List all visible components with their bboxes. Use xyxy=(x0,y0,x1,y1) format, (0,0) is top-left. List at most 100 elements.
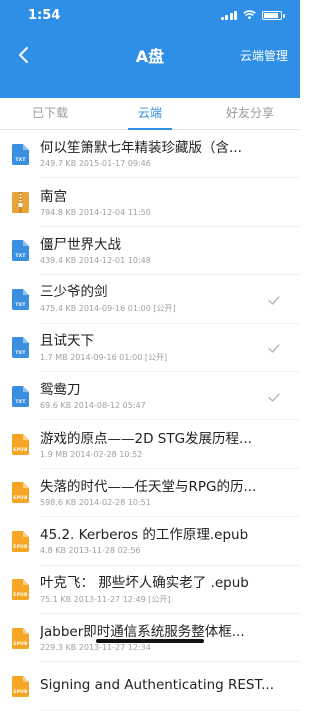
file-info: 失落的时代——任天堂与RPG的历... 598.6 KB 2014-02-28 1… xyxy=(40,479,300,507)
txt-file-icon: TXT xyxy=(12,143,29,165)
zip-file-icon xyxy=(12,192,29,214)
file-type-label: TXT xyxy=(15,302,26,308)
file-meta: 69.6 KB 2014-08-12 05:47 xyxy=(40,401,258,410)
file-date: 2013-11-28 02:56 xyxy=(68,546,141,556)
back-button[interactable] xyxy=(12,44,34,66)
file-info: 游戏的原点——2D STG发展历程... 1.9 MB 2014-02-28 10… xyxy=(40,431,300,459)
file-meta: 1.9 MB 2014-02-28 10:52 xyxy=(40,450,290,459)
file-date: 2014-09-16 01:00 xyxy=(78,304,151,314)
file-date: 2013-11-27 12:34 xyxy=(78,643,151,653)
file-info: 何以笙箫默七年精装珍藏版（含... 249.7 KB 2015-01-17 09:… xyxy=(40,140,300,168)
file-list-item[interactable]: EPUB Signing and Authenticating REST... xyxy=(0,662,300,711)
file-list-item[interactable]: TXT 鸳鸯刀 69.6 KB 2014-08-12 05:47 xyxy=(0,372,300,421)
file-list-item[interactable]: EPUB 游戏的原点——2D STG发展历程... 1.9 MB 2014-02-2… xyxy=(0,420,300,470)
file-meta: 439.4 KB 2014-12-01 10:48 xyxy=(40,256,290,265)
file-type-label: TXT xyxy=(15,254,26,260)
file-list-item[interactable]: TXT 僵尸世界大战 439.4 KB 2014-12-01 10:48 xyxy=(0,227,300,276)
file-meta: 4.8 KB 2013-11-28 02:56 xyxy=(40,546,290,555)
file-size: 794.8 KB xyxy=(40,207,77,217)
file-name: 失落的时代——任天堂与RPG的历... xyxy=(40,478,257,495)
txt-file-icon: TXT xyxy=(12,385,29,407)
file-size: 1.7 MB xyxy=(40,352,68,362)
file-meta: 75.1 KB 2013-11-27 12:49 [公开] xyxy=(40,594,290,605)
file-meta: 1.7 MB 2014-09-16 01:00 [公开] xyxy=(40,352,258,363)
file-meta: 794.8 KB 2014-12-04 11:50 xyxy=(40,208,290,217)
file-info: 45.2. Kerberos 的工作原理.epub 4.8 KB 2013-11-… xyxy=(40,527,300,555)
tab-downloaded[interactable]: 已下载 xyxy=(0,98,100,129)
public-badge: [公开] xyxy=(148,594,171,604)
tab-cloud[interactable]: 云端 xyxy=(100,98,200,130)
epub-file-icon: EPUB xyxy=(12,675,29,697)
txt-file-icon: TXT xyxy=(12,288,29,310)
file-size: 1.9 MB xyxy=(40,449,68,459)
chevron-left-icon xyxy=(19,47,28,63)
file-meta: 475.4 KB 2014-09-16 01:00 [公开] xyxy=(40,303,258,314)
downloaded-check-icon xyxy=(268,387,282,406)
file-info: Signing and Authenticating REST... xyxy=(40,677,300,696)
file-name: 何以笙箫默七年精装珍藏版（含... xyxy=(40,140,242,157)
cellular-signal-icon xyxy=(220,10,237,20)
file-list-item[interactable]: EPUB 叶克飞： 那些坏人确实老了 .epub 75.1 KB 2013-11-2… xyxy=(0,566,300,615)
file-type-label: EPUB xyxy=(13,689,28,695)
file-date: 2014-08-12 05:47 xyxy=(73,401,146,411)
file-type-label: EPUB xyxy=(13,496,28,502)
downloaded-check-icon xyxy=(268,290,282,309)
epub-file-icon: EPUB xyxy=(12,434,29,456)
file-type-label: EPUB xyxy=(13,641,28,647)
file-meta: 598.6 KB 2014-02-28 10:51 xyxy=(40,498,290,507)
txt-file-icon: TXT xyxy=(12,240,29,262)
epub-file-icon: EPUB xyxy=(12,627,29,649)
status-time: 1:54 xyxy=(28,7,61,23)
file-name: Signing and Authenticating REST... xyxy=(40,676,275,693)
file-date: 2014-12-01 10:48 xyxy=(78,255,151,265)
file-type-label: EPUB xyxy=(13,593,28,599)
file-info: 三少爷的剑 475.4 KB 2014-09-16 01:00 [公开] xyxy=(40,284,268,314)
wifi-icon xyxy=(243,10,256,20)
file-date: 2014-09-16 01:00 xyxy=(70,352,143,362)
file-info: 鸳鸯刀 69.6 KB 2014-08-12 05:47 xyxy=(40,382,268,410)
public-badge: [公开] xyxy=(153,304,176,314)
file-list-item[interactable]: TXT 且试天下 1.7 MB 2014-09-16 01:00 [公开] xyxy=(0,324,300,373)
file-date: 2015-01-17 09:46 xyxy=(78,159,151,169)
downloaded-check-icon xyxy=(268,338,282,357)
file-list-item[interactable]: 南宫 794.8 KB 2014-12-04 11:50 xyxy=(0,178,300,228)
file-size: 229.3 KB xyxy=(40,643,77,653)
file-name: 游戏的原点——2D STG发展历程... xyxy=(40,430,252,447)
file-list-item[interactable]: EPUB 45.2. Kerberos 的工作原理.epub 4.8 KB 2013… xyxy=(0,517,300,566)
file-size: 75.1 KB xyxy=(40,594,72,604)
file-name: 僵尸世界大战 xyxy=(40,236,121,253)
file-name: 且试天下 xyxy=(40,332,94,349)
file-size: 439.4 KB xyxy=(40,255,77,265)
file-list-item[interactable]: EPUB 失落的时代——任天堂与RPG的历... 598.6 KB 2014-02-… xyxy=(0,469,300,518)
file-list-item[interactable]: TXT 何以笙箫默七年精装珍藏版（含... 249.7 KB 2015-01-17 … xyxy=(0,130,300,179)
file-name: 鸳鸯刀 xyxy=(40,382,81,399)
navbar: A盘 云端管理 xyxy=(0,30,300,80)
file-name: 南宫 xyxy=(40,188,67,205)
cloud-manage-button[interactable]: 云端管理 xyxy=(240,47,288,64)
file-info: 僵尸世界大战 439.4 KB 2014-12-01 10:48 xyxy=(40,237,300,265)
file-type-label: EPUB xyxy=(13,448,28,454)
battery-icon xyxy=(262,10,285,20)
header: 1:54 A盘 云端管理 xyxy=(0,0,300,98)
file-info: 南宫 794.8 KB 2014-12-04 11:50 xyxy=(40,189,300,217)
file-size: 4.8 KB xyxy=(40,546,66,556)
file-type-label: TXT xyxy=(15,157,26,163)
file-list: TXT 何以笙箫默七年精装珍藏版（含... 249.7 KB 2015-01-17 … xyxy=(0,130,300,711)
file-name: 45.2. Kerberos 的工作原理.epub xyxy=(40,527,249,544)
status-icons xyxy=(220,10,285,20)
tab-bar: 已下载 云端 好友分享 xyxy=(0,98,300,130)
epub-file-icon: EPUB xyxy=(12,530,29,552)
txt-file-icon: TXT xyxy=(12,337,29,359)
file-info: 且试天下 1.7 MB 2014-09-16 01:00 [公开] xyxy=(40,333,268,363)
file-size: 69.6 KB xyxy=(40,401,72,411)
file-type-label: TXT xyxy=(15,351,26,357)
file-type-label: TXT xyxy=(15,399,26,405)
file-name: 三少爷的剑 xyxy=(40,284,108,301)
tab-friend-share[interactable]: 好友分享 xyxy=(200,98,300,129)
file-meta: 249.7 KB 2015-01-17 09:46 xyxy=(40,159,290,168)
file-list-item[interactable]: TXT 三少爷的剑 475.4 KB 2014-09-16 01:00 [公开] xyxy=(0,275,300,324)
public-badge: [公开] xyxy=(144,352,168,362)
file-size: 249.7 KB xyxy=(40,159,77,169)
file-size: 475.4 KB xyxy=(40,304,77,314)
home-indicator xyxy=(96,639,204,643)
